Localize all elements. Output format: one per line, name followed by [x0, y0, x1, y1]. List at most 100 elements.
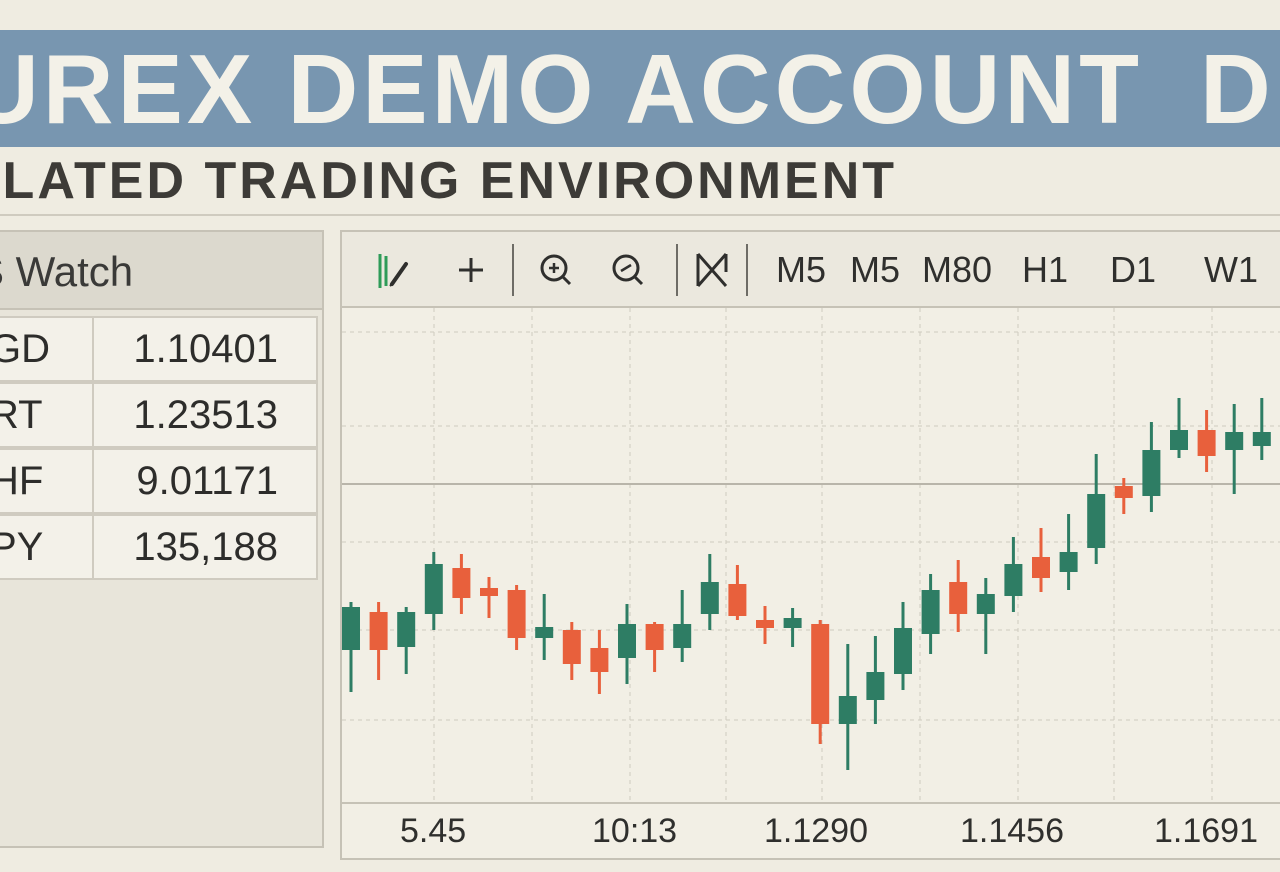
candle[interactable] — [507, 585, 526, 650]
x-tick-label: 1.1691 — [1154, 812, 1258, 850]
pen-icon[interactable] — [372, 242, 418, 298]
candle-body — [397, 612, 416, 647]
candle[interactable] — [1225, 404, 1244, 494]
timeframe-button[interactable]: M80 — [922, 242, 992, 298]
candle[interactable] — [562, 622, 581, 680]
timeframe-button[interactable]: H1 — [1022, 242, 1068, 298]
candle[interactable] — [1059, 514, 1078, 590]
candle-body — [1114, 486, 1133, 498]
candle-body — [1170, 430, 1188, 450]
quote-row[interactable]: GD 1.10401 — [0, 316, 318, 384]
x-tick-label: 10:13 — [592, 812, 678, 850]
candle[interactable] — [673, 590, 692, 662]
candle-body — [894, 628, 912, 674]
account-badge: DE — [1200, 34, 1280, 144]
candle[interactable] — [369, 602, 388, 680]
candle-body — [342, 607, 360, 650]
candle[interactable] — [397, 607, 416, 674]
toolbar-separator — [746, 244, 748, 296]
timeframe-button[interactable]: D1 — [1110, 242, 1156, 298]
candle[interactable] — [976, 578, 995, 654]
candle[interactable] — [1032, 528, 1050, 592]
candle-body — [838, 696, 857, 724]
candle[interactable] — [424, 552, 443, 630]
quote-symbol: PY — [0, 514, 94, 580]
candle-body — [976, 594, 995, 614]
candlestick-chart[interactable] — [342, 308, 1280, 804]
timeframe-button[interactable]: M5 — [776, 242, 826, 298]
candle-body — [728, 584, 747, 616]
candle[interactable] — [921, 574, 940, 654]
quote-row[interactable]: HF 9.01171 — [0, 448, 318, 516]
quote-symbol: RT — [0, 382, 94, 448]
x-axis: 5.45 10:13 1.1290 1.1456 1.1691 — [342, 802, 1280, 860]
candle[interactable] — [700, 554, 719, 630]
candle[interactable] — [452, 554, 471, 614]
candle-body — [811, 624, 830, 724]
candle-body — [1142, 450, 1161, 496]
toolbar-separator — [676, 244, 678, 296]
candle-body — [369, 612, 388, 650]
candle[interactable] — [1004, 537, 1023, 612]
zoom-out-icon[interactable] — [608, 242, 648, 298]
candle-body — [1059, 552, 1078, 572]
candle-body — [1087, 494, 1106, 548]
quote-price: 1.23513 — [92, 382, 318, 448]
quote-price: 1.10401 — [92, 316, 318, 382]
candle-body — [921, 590, 940, 634]
chart-toolbar: M5 M5 M80 H1 D1 W1 — [342, 232, 1280, 308]
candle-body — [618, 624, 636, 658]
candle-body — [866, 672, 885, 700]
candle-body — [700, 582, 719, 614]
timeframe-button[interactable]: M5 — [850, 242, 900, 298]
account-banner: UREX DEMO ACCOUNT DE — [0, 30, 1280, 147]
x-tick-label: 1.1456 — [960, 812, 1064, 850]
candle-body — [424, 564, 443, 614]
market-watch-title: S Watch — [0, 248, 134, 295]
quote-row[interactable]: RT 1.23513 — [0, 382, 318, 450]
candle[interactable] — [342, 602, 360, 692]
candle-body — [783, 618, 802, 628]
candle-body — [562, 630, 581, 664]
candle[interactable] — [866, 636, 885, 724]
candle[interactable] — [535, 594, 554, 660]
candle-body — [645, 624, 664, 650]
candle[interactable] — [480, 577, 498, 618]
environment-subtitle: ULATED TRADING ENVIRONMENT — [0, 152, 898, 210]
toolbar-separator — [512, 244, 514, 296]
candle[interactable] — [1087, 454, 1106, 564]
candle[interactable] — [1197, 410, 1216, 472]
market-watch-header: S Watch — [0, 232, 322, 310]
candle-body — [590, 648, 609, 672]
candle[interactable] — [590, 630, 609, 694]
fit-icon[interactable] — [692, 242, 732, 298]
candle-body — [673, 624, 692, 648]
candle-body — [480, 588, 498, 596]
candle[interactable] — [838, 644, 857, 770]
quote-symbol: GD — [0, 316, 94, 382]
candle[interactable] — [1142, 422, 1161, 512]
candle[interactable] — [949, 560, 968, 632]
app-window: UREX DEMO ACCOUNT DE ULATED TRADING ENVI… — [0, 0, 1280, 872]
candle[interactable] — [1170, 398, 1188, 458]
candle[interactable] — [783, 608, 802, 647]
candle[interactable] — [756, 606, 774, 644]
candle[interactable] — [728, 565, 747, 620]
market-watch-panel: S Watch GD 1.10401 RT 1.23513 HF 9.01171… — [0, 230, 324, 848]
x-tick-label: 5.45 — [400, 812, 467, 850]
crosshair-icon[interactable] — [454, 242, 488, 298]
candle[interactable] — [811, 620, 830, 744]
candle-body — [1004, 564, 1023, 596]
zoom-in-icon[interactable] — [536, 242, 576, 298]
candle[interactable] — [894, 602, 912, 690]
quote-row[interactable]: PY 135,188 — [0, 514, 318, 582]
candle-body — [452, 568, 471, 598]
candle[interactable] — [618, 604, 636, 684]
quote-price: 9.01171 — [92, 448, 318, 514]
x-tick-label: 1.1290 — [764, 812, 868, 850]
timeframe-button[interactable]: W1 — [1204, 242, 1258, 298]
candle[interactable] — [1252, 398, 1271, 460]
quote-symbol: HF — [0, 448, 94, 514]
candle-body — [1197, 430, 1216, 456]
candle[interactable] — [645, 622, 664, 672]
